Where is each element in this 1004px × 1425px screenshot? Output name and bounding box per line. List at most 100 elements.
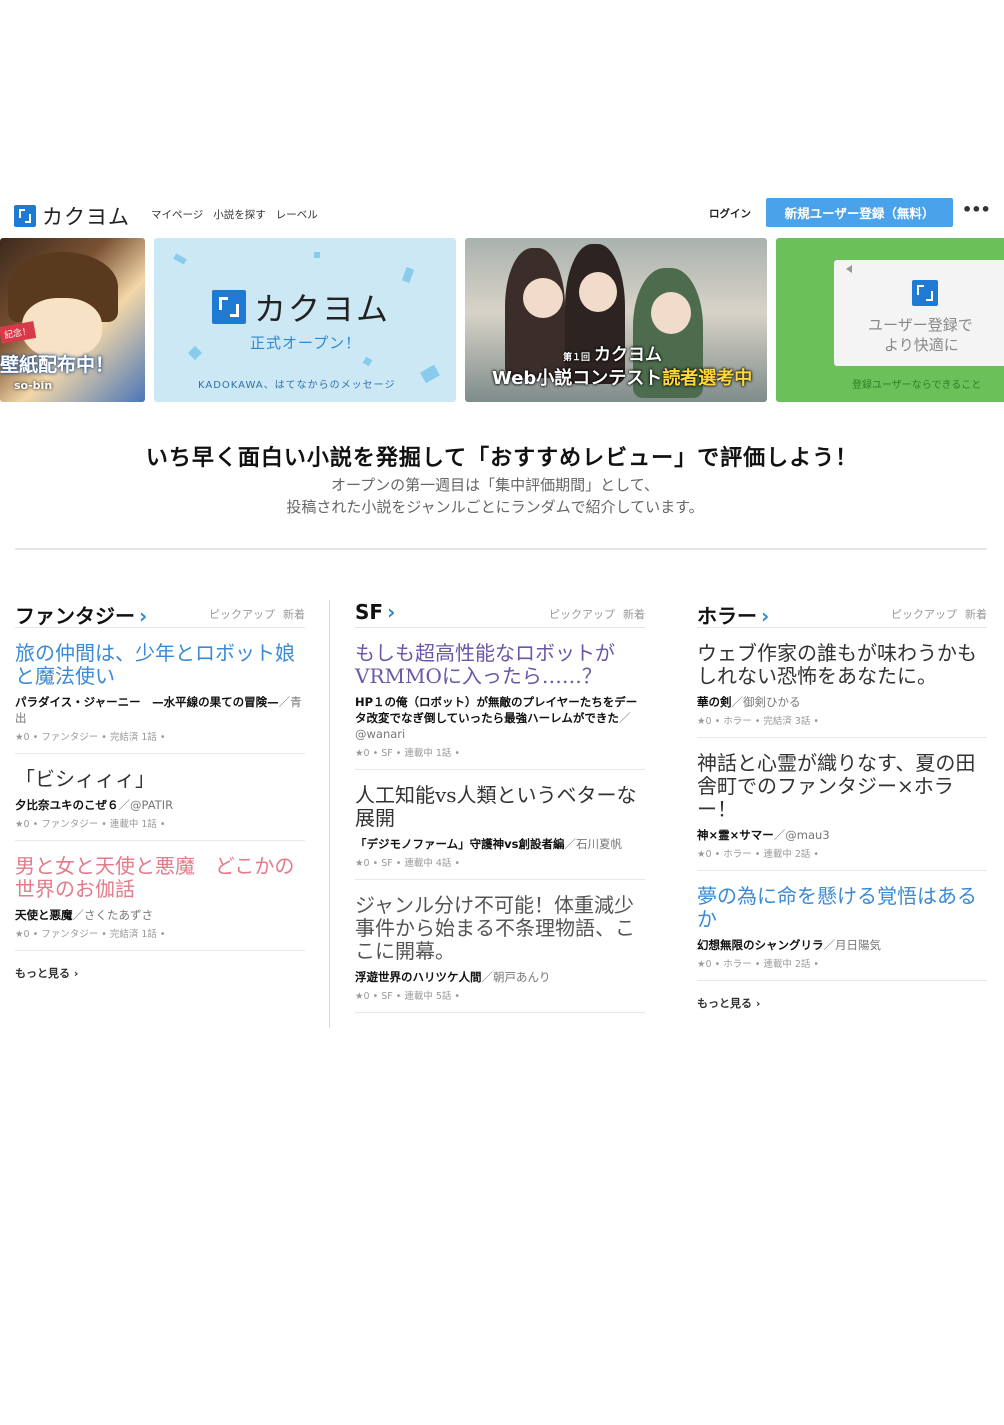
logo-mark-icon xyxy=(912,280,938,306)
work-author[interactable]: ／さくたあずさ xyxy=(73,908,154,922)
work-meta: パラダイス・ジャーニー —水平線の果ての冒険—／青出 xyxy=(15,694,305,726)
login-link[interactable]: ログイン xyxy=(709,206,751,221)
illustration-face xyxy=(651,292,691,334)
work-catchphrase[interactable]: ウェブ作家の誰もが味わうかもしれない恐怖をあなたに。 xyxy=(697,642,987,688)
intro-sub-line1: オープンの第一週目は「集中評価期間」として、 xyxy=(331,476,659,494)
banner-caption: KADOKAWA、はてなからのメッセージ xyxy=(198,380,396,391)
tab-pickup[interactable]: ピックアップ xyxy=(209,608,275,621)
genre-title-text: ファンタジー xyxy=(15,604,135,628)
work-name[interactable]: 「デジモノファーム」守護神vs創設者編 xyxy=(355,837,565,851)
work-author[interactable]: ／石川夏帆 xyxy=(565,837,623,851)
work-catchphrase[interactable]: ジャンル分け不可能！体重減少事件から始まる不条理物語、ここに開幕。 xyxy=(355,894,645,963)
genre-title-text: SF xyxy=(355,600,384,624)
logo-text: カクヨム xyxy=(42,205,130,229)
work-catchphrase[interactable]: 男と女と天使と悪魔 どこかの世界のお伽話 xyxy=(15,855,305,901)
work-item: もしも超高性能なロボットがVRMMOに入ったら……？ HP１の俺（ロボット）が無… xyxy=(355,628,645,770)
intro-sub-line2: 投稿された小説をジャンルごとにランダムで紹介しています。 xyxy=(286,498,704,516)
nav-label[interactable]: レーベル xyxy=(276,207,318,222)
work-stats: ★0 • ホラー • 完結済 3話 • xyxy=(697,716,820,727)
genre-title[interactable]: SF › xyxy=(355,600,395,624)
logo-mark-icon xyxy=(212,290,246,324)
work-stats: ★0 • SF • 連載中 1話 • xyxy=(355,748,461,759)
work-catchphrase[interactable]: 旅の仲間は、少年とロボット娘と魔法使い xyxy=(15,642,305,688)
banner-user-registration[interactable]: ユーザー登録で より快適に 登録ユーザーならできること xyxy=(776,238,1004,402)
work-author[interactable]: ／@PATIR xyxy=(119,798,174,812)
nav-search-novels[interactable]: 小説を探す xyxy=(213,207,266,222)
work-name[interactable]: 夕比奈ユキのこぜ６ xyxy=(15,798,119,812)
banner-artist: so-bin xyxy=(14,379,53,392)
tab-new[interactable]: 新着 xyxy=(965,608,987,621)
work-meta: 浮遊世界のハリツケ人間／朝戸あんり xyxy=(355,969,645,985)
genre-column-sf: SF › ピックアップ 新着 もしも超高性能なロボットがVRMMOに入ったら……？ … xyxy=(355,600,645,1013)
nav-mypage[interactable]: マイページ xyxy=(151,207,203,222)
work-name[interactable]: 神×霊×サマー xyxy=(697,828,774,842)
tab-new[interactable]: 新着 xyxy=(623,608,645,621)
work-name[interactable]: HP１の俺（ロボット）が無敵のプレイヤーたちをデータ改変でなぎ倒していったら最強… xyxy=(355,695,637,725)
genre-column-horror: ホラー › ピックアップ 新着 ウェブ作家の誰もが味わうかもしれない恐怖をあなたに。… xyxy=(697,600,987,1011)
more-link[interactable]: もっと見る › xyxy=(697,995,987,1011)
decor-shard xyxy=(314,252,320,258)
banner-wallpaper[interactable]: 記念！ 壁紙配布中！ so-bin xyxy=(0,238,145,402)
banner-web-contest[interactable]: 第１回 カクヨム Web小説コンテスト読者選考中 xyxy=(465,238,767,402)
banner-caption: 登録ユーザーならできること xyxy=(852,380,982,391)
column-tabs: ピックアップ 新着 xyxy=(201,606,305,622)
decor-shard xyxy=(362,356,373,367)
column-header: ファンタジー › ピックアップ 新着 xyxy=(15,600,305,628)
work-stats: ★0 • ファンタジー • 完結済 1話 • xyxy=(15,732,166,743)
column-tabs: ピックアップ 新着 xyxy=(541,606,645,622)
banner-official-open[interactable]: カクヨム 正式オープン！ KADOKAWA、はてなからのメッセージ xyxy=(154,238,456,402)
more-link[interactable]: もっと見る › xyxy=(15,965,305,981)
work-stats: ★0 • ファンタジー • 連載中 1話 • xyxy=(15,819,166,830)
work-meta: 「デジモノファーム」守護神vs創設者編／石川夏帆 xyxy=(355,836,645,852)
work-author[interactable]: ／朝戸あんり xyxy=(482,970,551,984)
signup-button[interactable]: 新規ユーザー登録（無料） xyxy=(766,198,953,227)
work-name[interactable]: 天使と悪魔 xyxy=(15,908,73,922)
site-logo[interactable]: カクヨム xyxy=(14,201,130,231)
work-catchphrase[interactable]: 夢の為に命を懸ける覚悟はあるか xyxy=(697,885,987,931)
work-name[interactable]: 浮遊世界のハリツケ人間 xyxy=(355,970,482,984)
work-item: 夢の為に命を懸ける覚悟はあるか 幻想無限のシャングリラ／月日陽気 ★0 • ホラ… xyxy=(697,871,987,981)
tab-pickup[interactable]: ピックアップ xyxy=(549,608,615,621)
work-catchphrase[interactable]: 神話と心霊が織りなす、夏の田舎町でのファンタジー×ホラー！ xyxy=(697,752,987,821)
work-meta: 神×霊×サマー／@mau3 xyxy=(697,827,987,843)
work-meta: 夕比奈ユキのこぜ６／@PATIR xyxy=(15,797,305,813)
work-meta: 幻想無限のシャングリラ／月日陽気 xyxy=(697,937,987,953)
more-menu-icon[interactable]: ••• xyxy=(962,200,991,219)
banner-subtitle: 正式オープン！ xyxy=(250,334,362,352)
genre-title[interactable]: ファンタジー › xyxy=(15,600,147,629)
tab-pickup[interactable]: ピックアップ xyxy=(891,608,957,621)
work-name[interactable]: パラダイス・ジャーニー —水平線の果ての冒険— xyxy=(15,695,279,709)
work-item: ウェブ作家の誰もが味わうかもしれない恐怖をあなたに。 華の剣／御剣ひかる ★0 … xyxy=(697,628,987,738)
banner-line1: ユーザー登録で xyxy=(868,316,973,334)
work-item: ジャンル分け不可能！体重減少事件から始まる不条理物語、ここに開幕。 浮遊世界のハ… xyxy=(355,880,645,1013)
illustration-face xyxy=(523,278,563,318)
tab-new[interactable]: 新着 xyxy=(283,608,305,621)
banner-headline: Web小説コンテスト読者選考中 xyxy=(492,364,752,390)
decor-shard xyxy=(420,364,440,384)
work-name[interactable]: 華の剣 xyxy=(697,695,732,709)
work-author[interactable]: ／月日陽気 xyxy=(824,938,882,952)
prev-arrow-icon[interactable] xyxy=(840,265,852,273)
work-catchphrase[interactable]: 人工知能vs人類というベターな展開 xyxy=(355,784,645,830)
work-name[interactable]: 幻想無限のシャングリラ xyxy=(697,938,824,952)
work-catchphrase[interactable]: もしも超高性能なロボットがVRMMOに入ったら……？ xyxy=(355,642,645,688)
genre-title[interactable]: ホラー › xyxy=(697,600,769,629)
column-tabs: ピックアップ 新着 xyxy=(883,606,987,622)
work-meta: 天使と悪魔／さくたあずさ xyxy=(15,907,305,923)
illustration-face xyxy=(579,272,617,312)
work-catchphrase[interactable]: 「ビシィィィ」 xyxy=(15,768,305,791)
work-author[interactable]: ／@mau3 xyxy=(774,828,830,842)
work-author[interactable]: ／御剣ひかる xyxy=(732,695,801,709)
work-item: 旅の仲間は、少年とロボット娘と魔法使い パラダイス・ジャーニー —水平線の果ての… xyxy=(15,628,305,754)
genre-title-text: ホラー xyxy=(697,604,757,628)
banner-edition: 第１回 xyxy=(563,353,591,363)
chevron-right-icon: › xyxy=(387,600,396,624)
work-stats: ★0 • ファンタジー • 完結済 1話 • xyxy=(15,929,166,940)
decor-shard xyxy=(173,253,187,265)
intro-title: いち早く面白い小説を発掘して「おすすめレビュー」で評価しよう！ xyxy=(145,446,859,471)
logo-mark-icon xyxy=(14,205,36,227)
work-stats: ★0 • ホラー • 連載中 2話 • xyxy=(697,959,820,970)
banner-title: カクヨム xyxy=(254,290,391,328)
section-divider xyxy=(15,548,987,550)
work-item: 「ビシィィィ」 夕比奈ユキのこぜ６／@PATIR ★0 • ファンタジー • 連… xyxy=(15,754,305,841)
